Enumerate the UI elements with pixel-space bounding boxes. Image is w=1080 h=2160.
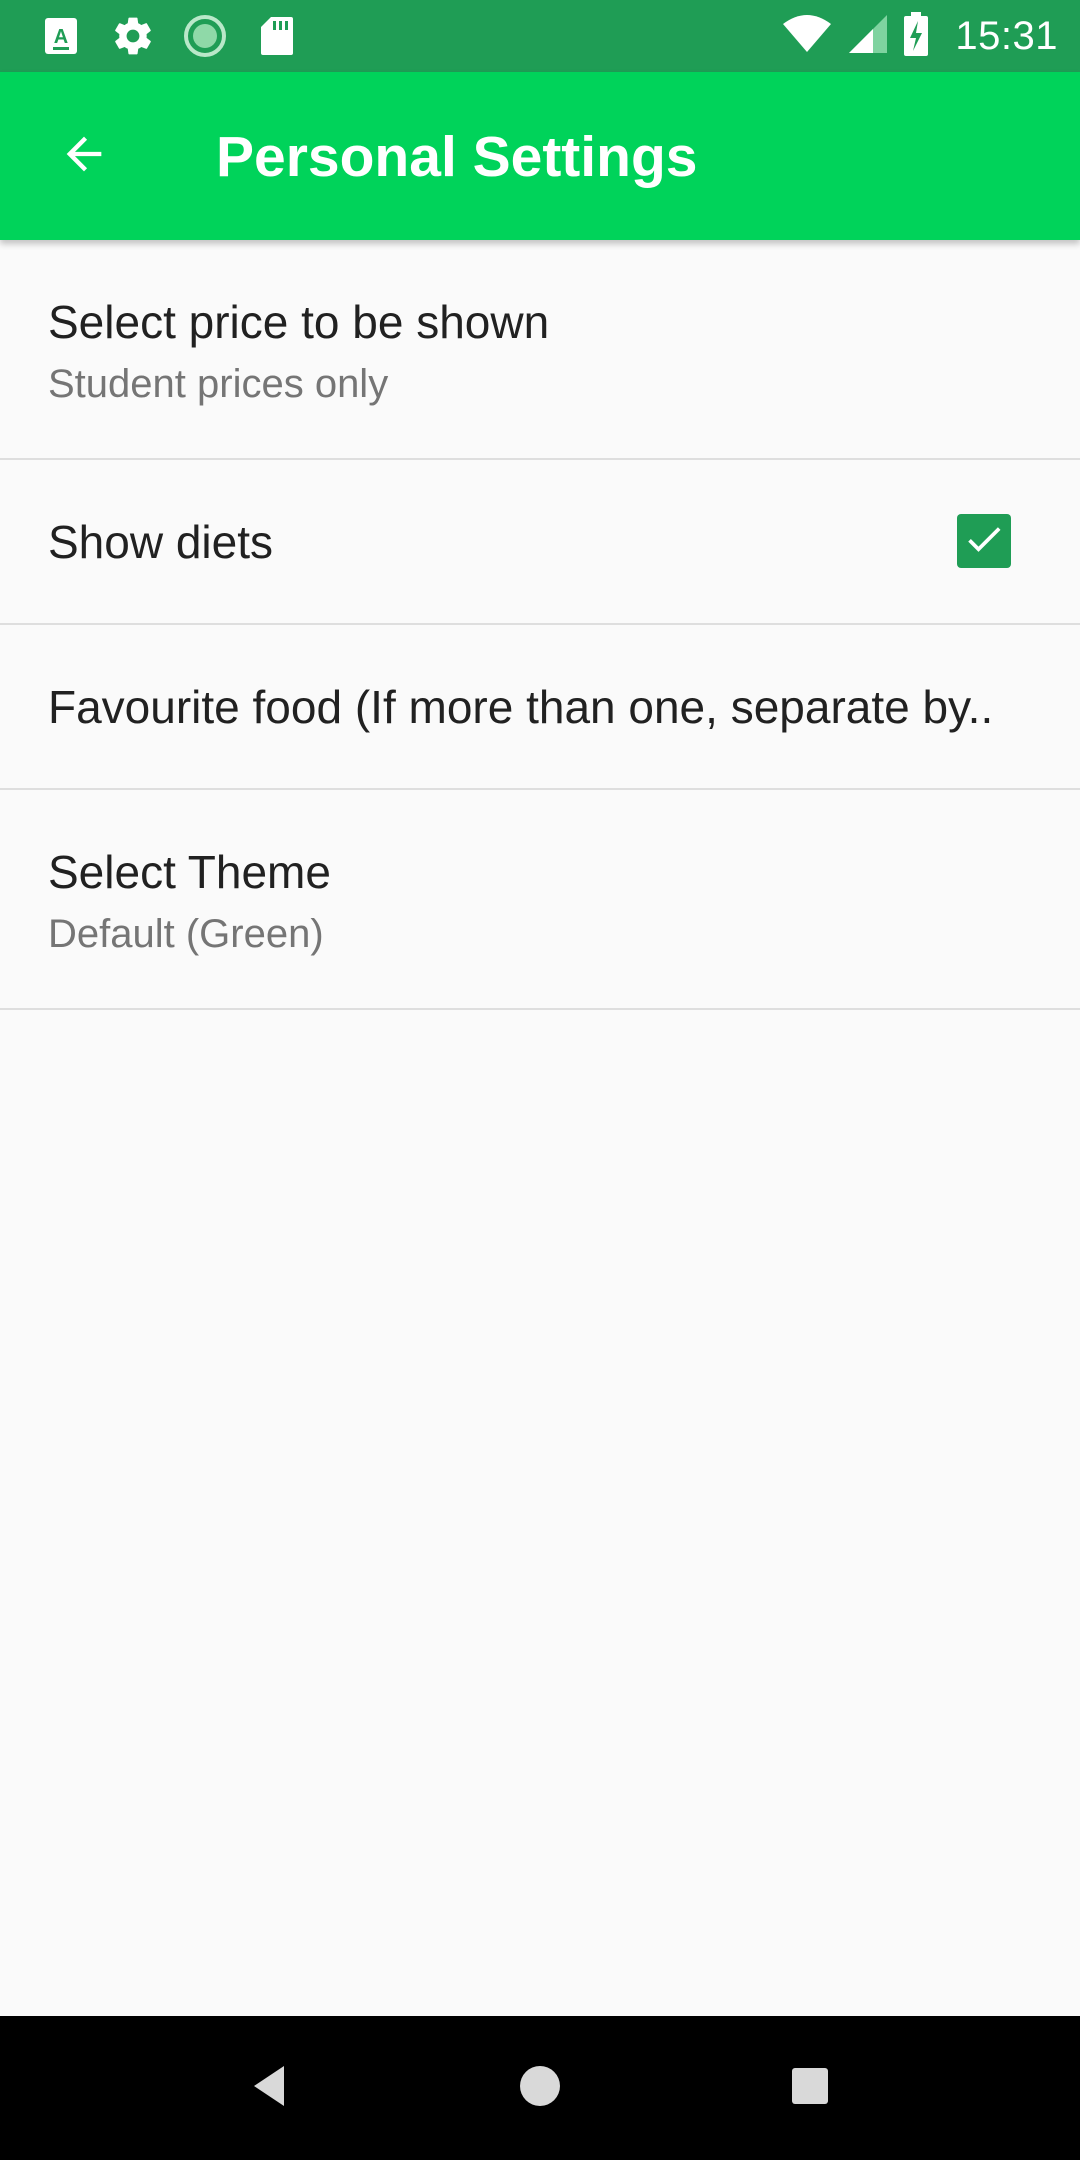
cell-signal-icon <box>847 13 889 60</box>
pref-title: Favourite food (If more than one, separa… <box>48 681 994 733</box>
status-bar-notification-icons: A <box>36 10 302 62</box>
wifi-icon <box>781 14 833 59</box>
svg-text:A: A <box>54 26 68 48</box>
back-button[interactable] <box>40 112 128 200</box>
page-title: Personal Settings <box>216 125 698 189</box>
status-bar: A 15:31 <box>0 0 1080 72</box>
nav-back-button[interactable] <box>230 2048 310 2128</box>
pref-summary: Default (Green) <box>48 912 324 956</box>
pref-title: Select Theme <box>48 846 331 898</box>
pref-title: Select price to be shown <box>48 296 550 348</box>
battery-charging-icon <box>903 11 929 61</box>
app-bar: Personal Settings <box>0 72 1080 240</box>
preference-list: Select price to be shown Student prices … <box>0 240 1080 1010</box>
pref-show-diets[interactable]: Show diets <box>0 460 1080 625</box>
sync-progress-icon <box>180 11 230 61</box>
pref-summary: Student prices only <box>48 362 389 406</box>
a11y-app-icon: A <box>36 11 86 61</box>
nav-recents-button[interactable] <box>770 2048 850 2128</box>
status-time: 15:31 <box>955 13 1058 58</box>
navigation-bar <box>0 2016 1080 2160</box>
show-diets-checkbox[interactable] <box>957 514 1011 568</box>
home-circle-icon <box>518 2064 562 2113</box>
recents-square-icon <box>790 2066 830 2111</box>
settings-gear-icon <box>108 11 158 61</box>
back-triangle-icon <box>250 2064 290 2113</box>
pref-title: Show diets <box>48 516 274 568</box>
pref-select-price[interactable]: Select price to be shown Student prices … <box>0 240 1080 460</box>
status-bar-system-icons: 15:31 <box>781 10 1058 62</box>
nav-home-button[interactable] <box>500 2048 580 2128</box>
sd-card-icon <box>252 11 302 61</box>
arrow-back-icon <box>58 128 110 185</box>
pref-select-theme[interactable]: Select Theme Default (Green) <box>0 790 1080 1010</box>
pref-favourite-food[interactable]: Favourite food (If more than one, separa… <box>0 625 1080 790</box>
checkmark-icon <box>962 517 1006 566</box>
